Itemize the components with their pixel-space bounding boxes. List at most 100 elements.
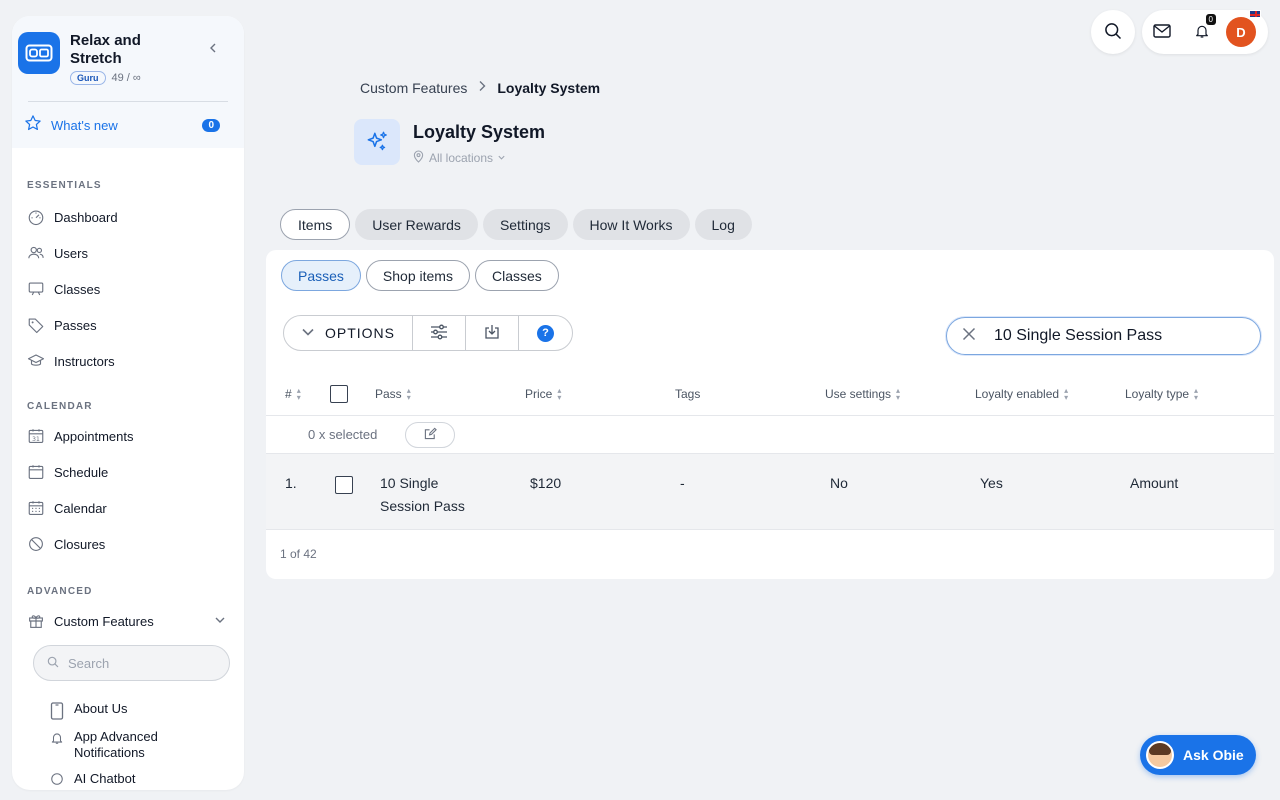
page-header: Loyalty System All locations: [354, 119, 545, 166]
sort-icon: ▴ ▾: [1064, 386, 1069, 402]
nav-dashboard[interactable]: Dashboard: [12, 199, 244, 235]
top-actions: 0 D: [1142, 10, 1268, 54]
sub-nav-ai-chatbot-label: AI Chatbot: [74, 771, 136, 786]
sub-nav-about-us[interactable]: About Us: [12, 701, 244, 729]
tag-icon: [26, 315, 46, 335]
item-type-tabs: Passes Shop items Classes: [281, 260, 564, 291]
table-search-input[interactable]: 10 Single Session Pass: [946, 317, 1261, 355]
nav-closures[interactable]: Closures: [12, 526, 244, 562]
col-num-label: #: [285, 387, 292, 401]
usage-count: 49 / ∞: [111, 72, 141, 84]
ask-obie-button[interactable]: Ask Obie: [1140, 735, 1256, 775]
avatar-initial: D: [1236, 24, 1246, 40]
help-icon: ?: [537, 324, 554, 342]
cell-price: $120: [530, 475, 562, 491]
subtab-passes[interactable]: Passes: [281, 260, 361, 291]
ask-obie-label: Ask Obie: [1183, 747, 1244, 763]
nav-schedule[interactable]: Schedule: [12, 454, 244, 490]
messages-button[interactable]: [1142, 10, 1182, 54]
nav-appointments-label: Appointments: [54, 428, 134, 444]
options-button[interactable]: OPTIONS: [284, 316, 413, 350]
tab-settings[interactable]: Settings: [482, 209, 568, 240]
nav-calendar[interactable]: Calendar: [12, 490, 244, 526]
col-loyalty-type[interactable]: Loyalty type ▴ ▾: [1125, 372, 1198, 416]
breadcrumb-parent[interactable]: Custom Features: [360, 80, 467, 96]
sub-nav-about-us-label: About Us: [74, 701, 128, 716]
tab-log[interactable]: Log: [694, 209, 752, 240]
main-tabs: Items User Rewards Settings How It Works…: [280, 209, 757, 240]
user-avatar[interactable]: D: [1226, 10, 1261, 47]
chevron-down-icon: [301, 325, 315, 342]
col-price-label: Price: [525, 387, 553, 401]
col-price[interactable]: Price ▴ ▾: [525, 372, 561, 416]
nav-appointments[interactable]: 31 Appointments: [12, 418, 244, 454]
envelope-icon: [1153, 23, 1171, 41]
phone-icon: [48, 701, 66, 720]
whats-new-count: 0: [202, 119, 220, 132]
clear-search-icon[interactable]: [962, 327, 976, 346]
nav-custom-features-label: Custom Features: [54, 613, 154, 629]
sparkles-icon: [354, 119, 400, 165]
sidebar-header: Relax and Stretch Guru 49 / ∞ What's new…: [12, 16, 244, 148]
brand-name: Relax and Stretch: [70, 32, 141, 67]
select-all-checkbox[interactable]: [330, 385, 348, 403]
search-icon: [46, 655, 60, 672]
cell-tags: -: [680, 475, 685, 491]
chevron-down-icon[interactable]: [214, 614, 226, 629]
nav-instructors[interactable]: Instructors: [12, 343, 244, 379]
search-icon: [1103, 21, 1123, 44]
col-pass[interactable]: Pass ▴ ▾: [375, 372, 411, 416]
sub-nav-app-notifications-label: App Advanced Notifications: [74, 729, 158, 760]
sub-nav-app-notifications[interactable]: App Advanced Notifications: [12, 729, 244, 771]
sidebar-search-input[interactable]: Search: [33, 645, 230, 681]
whats-new-label: What's new: [51, 118, 118, 133]
row-checkbox-cell: [335, 476, 353, 494]
plan-badge: Guru: [70, 71, 106, 85]
sort-icon: ▴ ▾: [557, 386, 562, 402]
col-num[interactable]: # ▴ ▾: [285, 372, 301, 416]
col-loyalty-enabled[interactable]: Loyalty enabled ▴ ▾: [975, 372, 1068, 416]
subtab-shop-items[interactable]: Shop items: [365, 260, 470, 291]
nav-classes[interactable]: Classes: [12, 271, 244, 307]
cell-num: 1.: [285, 475, 297, 491]
brand[interactable]: Relax and Stretch Guru 49 / ∞: [18, 32, 238, 85]
bulk-selection-row: 0 x selected: [266, 416, 1274, 454]
col-loyalty-enabled-label: Loyalty enabled: [975, 387, 1060, 401]
breadcrumb-current: Loyalty System: [497, 80, 601, 96]
collapse-sidebar-icon[interactable]: [208, 40, 218, 56]
nav-calendar-label: Calendar: [54, 500, 107, 516]
whats-new-link[interactable]: What's new 0: [18, 102, 238, 149]
global-search-button[interactable]: [1091, 10, 1135, 54]
download-icon: [484, 324, 500, 343]
star-icon: [24, 114, 42, 137]
export-button[interactable]: [466, 316, 519, 350]
pagination-info: 1 of 42: [280, 547, 317, 561]
assistant-avatar: [1146, 741, 1174, 769]
breadcrumb: Custom Features Loyalty System: [360, 79, 600, 97]
notifications-button[interactable]: 0: [1182, 10, 1222, 54]
tab-how-it-works[interactable]: How It Works: [572, 209, 690, 240]
tab-user-rewards[interactable]: User Rewards: [355, 209, 478, 240]
row-checkbox[interactable]: [335, 476, 353, 494]
help-button[interactable]: ?: [519, 316, 572, 350]
cell-pass: 10 Single Session Pass: [380, 475, 465, 514]
sub-nav-ai-chatbot[interactable]: AI Chatbot: [12, 771, 244, 790]
sort-icon: ▴ ▾: [896, 386, 901, 402]
nav-passes[interactable]: Passes: [12, 307, 244, 343]
bulk-edit-button[interactable]: [405, 421, 456, 448]
nav-custom-features[interactable]: Custom Features: [12, 603, 244, 639]
gift-icon: [26, 611, 46, 631]
tab-items[interactable]: Items: [280, 209, 351, 240]
col-use-settings[interactable]: Use settings ▴ ▾: [825, 372, 900, 416]
sliders-icon: [430, 324, 448, 343]
cell-use-settings: No: [830, 475, 848, 491]
section-advanced: ADVANCED: [27, 586, 93, 597]
location-selector[interactable]: All locations: [413, 150, 545, 166]
chevron-down-icon: [497, 151, 506, 165]
options-label: OPTIONS: [324, 325, 395, 341]
col-tags-label: Tags: [675, 387, 701, 401]
nav-users[interactable]: Users: [12, 235, 244, 271]
subtab-classes[interactable]: Classes: [474, 260, 559, 291]
filter-button[interactable]: [413, 316, 466, 350]
table-row[interactable]: 1. 10 Single Session Pass $120 - No Yes …: [266, 454, 1274, 530]
